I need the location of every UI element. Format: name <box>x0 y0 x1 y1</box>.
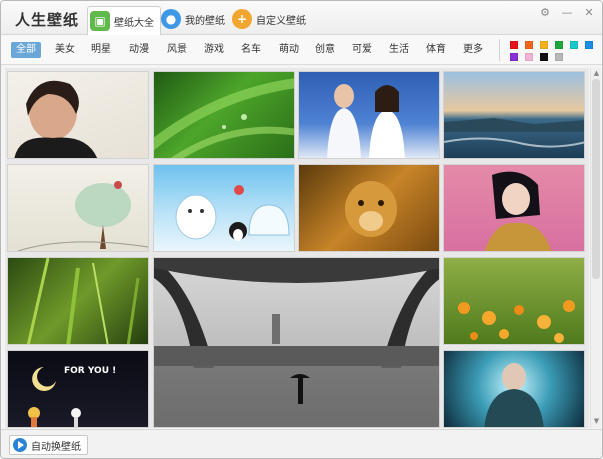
category-celebrity[interactable]: 明星 <box>91 42 111 58</box>
gallery-icon: ▣ <box>90 11 110 31</box>
scroll-down-icon[interactable]: ▼ <box>592 417 601 426</box>
wallpaper-thumb-grass[interactable] <box>7 257 149 345</box>
close-button[interactable]: ✕ <box>581 5 597 19</box>
tab-wallpaper-gallery[interactable]: ▣ 壁纸大全 <box>87 6 161 35</box>
wallpaper-thumb-coastline[interactable] <box>443 71 585 159</box>
wallpaper-thumb-for-you[interactable]: FOR YOU ! <box>7 350 149 428</box>
leaves-image <box>154 78 294 158</box>
grass-image <box>26 258 140 344</box>
category-creative[interactable]: 创意 <box>315 42 335 58</box>
minimize-button[interactable]: — <box>559 5 575 19</box>
category-scenery[interactable]: 风景 <box>167 42 187 58</box>
color-filter-yellow[interactable] <box>540 41 548 49</box>
wallpaper-thumb-lion-cub[interactable] <box>298 164 440 252</box>
color-filter-purple[interactable] <box>510 53 518 61</box>
scroll-up-icon[interactable]: ▲ <box>592 69 601 78</box>
vertical-scrollbar[interactable]: ▲ ▼ <box>590 68 601 428</box>
wallpaper-thumb-orange-flowers[interactable] <box>443 257 585 345</box>
eiffel-rain-image <box>154 258 439 427</box>
wallpaper-thumb-polar-bear[interactable] <box>153 164 295 252</box>
play-icon <box>13 438 27 452</box>
lion-image <box>345 181 397 237</box>
male-portrait-image <box>14 80 98 158</box>
wallpaper-thumb-eiffel-tower[interactable] <box>153 257 440 428</box>
tab-label: 壁纸大全 <box>114 17 154 29</box>
moon-night-image <box>28 367 81 427</box>
tab-label: 我的壁纸 <box>185 15 225 27</box>
wallpaper-grid: FOR YOU ! <box>5 68 589 428</box>
plus-icon: + <box>232 9 252 29</box>
tree-sketch-image <box>17 181 148 251</box>
app-logo: 人生壁纸 <box>15 11 80 29</box>
color-filter-blue[interactable] <box>585 41 593 49</box>
footer-bar: 自动换壁纸 <box>1 429 602 458</box>
for-you-caption: FOR YOU ! <box>64 366 117 376</box>
category-more[interactable]: 更多 <box>463 42 483 58</box>
app-window: 人生壁纸 ▣ 壁纸大全 ● 我的壁纸 + 自定义壁纸 ⚙ — ✕ 全部 美女 明… <box>0 0 603 459</box>
color-filter-black[interactable] <box>540 53 548 61</box>
tab-custom-wallpaper[interactable]: + 自定义壁纸 <box>230 6 312 32</box>
settings-icon[interactable]: ⚙ <box>537 5 553 19</box>
flowers-image <box>458 300 575 343</box>
auto-change-label: 自动换壁纸 <box>31 441 81 453</box>
color-filter-pink[interactable] <box>525 53 533 61</box>
category-games[interactable]: 游戏 <box>204 42 224 58</box>
color-filter-green[interactable] <box>555 41 563 49</box>
divider <box>499 39 500 61</box>
tab-my-wallpapers[interactable]: ● 我的壁纸 <box>159 6 231 32</box>
polar-bear-image <box>175 185 290 241</box>
hooded-figure-image <box>484 363 544 427</box>
title-bar: 人生壁纸 ▣ 壁纸大全 ● 我的壁纸 + 自定义壁纸 ⚙ — ✕ <box>1 1 602 35</box>
category-all[interactable]: 全部 <box>11 42 41 58</box>
wallpaper-thumb-hooded-figure[interactable] <box>443 350 585 428</box>
category-anime[interactable]: 动漫 <box>129 42 149 58</box>
wallpaper-thumb-woman-portrait[interactable] <box>443 164 585 252</box>
woman-portrait-image <box>484 171 552 251</box>
color-filter-red[interactable] <box>510 41 518 49</box>
category-cute-animals[interactable]: 萌动 <box>279 42 299 58</box>
tab-label: 自定义壁纸 <box>256 15 306 27</box>
category-bar: 全部 美女 明星 动漫 风景 游戏 名车 萌动 创意 可爱 生活 体育 更多 <box>1 35 602 65</box>
user-icon: ● <box>161 9 181 29</box>
scroll-thumb[interactable] <box>592 79 600 279</box>
category-sports[interactable]: 体育 <box>426 42 446 58</box>
category-life[interactable]: 生活 <box>389 42 409 58</box>
category-beauty[interactable]: 美女 <box>55 42 75 58</box>
couple-image <box>327 84 405 158</box>
color-filter-gray[interactable] <box>555 53 563 61</box>
wallpaper-thumb-green-leaves[interactable] <box>153 71 295 159</box>
color-filter-orange[interactable] <box>525 41 533 49</box>
auto-change-wallpaper-button[interactable]: 自动换壁纸 <box>9 435 88 455</box>
category-cars[interactable]: 名车 <box>241 42 261 58</box>
category-lovely[interactable]: 可爱 <box>352 42 372 58</box>
wallpaper-thumb-celebrity-couple[interactable] <box>298 71 440 159</box>
wallpaper-thumb-cartoon-tree[interactable] <box>7 164 149 252</box>
coast-image <box>444 118 584 148</box>
wallpaper-thumb-male-celebrity-portrait[interactable] <box>7 71 149 159</box>
color-filter-cyan[interactable] <box>570 41 578 49</box>
